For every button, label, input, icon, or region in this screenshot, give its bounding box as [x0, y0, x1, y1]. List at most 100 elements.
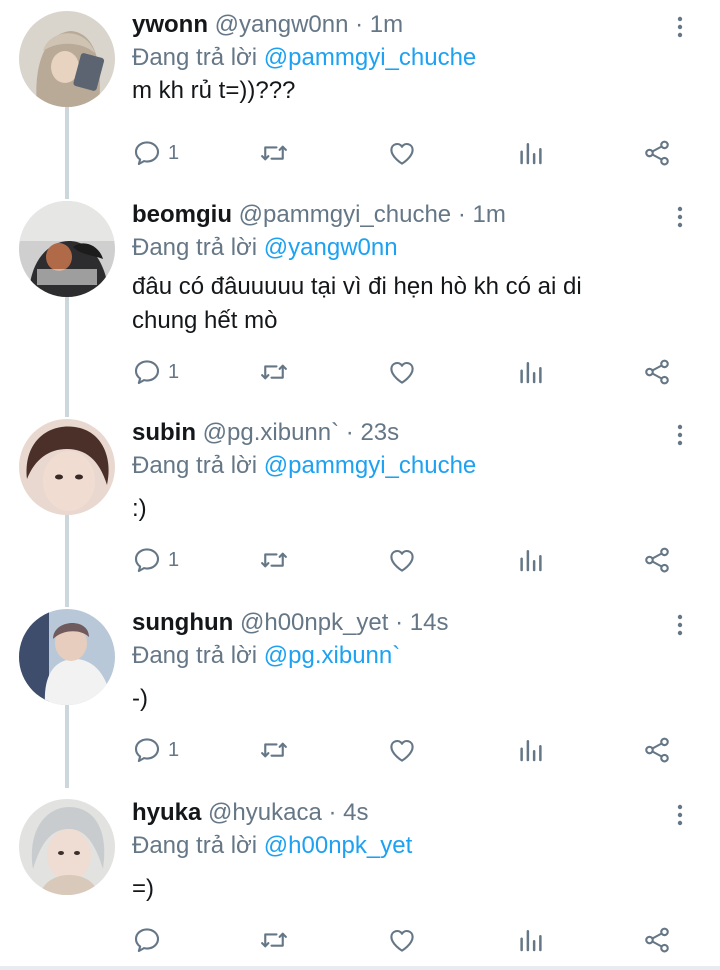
more-options-button[interactable] [668, 610, 692, 640]
retweet-icon [259, 925, 289, 955]
replying-to: Đang trả lời @yangw0nn [132, 233, 398, 263]
avatar[interactable] [19, 201, 115, 297]
reply-button[interactable]: 1 [132, 540, 179, 580]
user-handle[interactable]: @pg.xibunn` [203, 419, 339, 446]
heart-icon [387, 925, 417, 955]
display-name[interactable]: beomgiu [132, 201, 232, 228]
mention-link[interactable]: @yangw0nn [264, 234, 398, 261]
like-button[interactable] [387, 730, 417, 770]
heart-icon [387, 357, 417, 387]
more-options-button[interactable] [668, 420, 692, 450]
retweet-button[interactable] [259, 730, 289, 770]
tweet[interactable]: sunghun @h00npk_yet · 14s Đang trả lời @… [0, 598, 720, 788]
stats-button[interactable] [516, 540, 546, 580]
heart-icon [387, 138, 417, 168]
tweet-actions: 1 [132, 540, 692, 580]
tweet-actions [132, 920, 692, 960]
more-vertical-icon [668, 610, 692, 640]
mention-link[interactable]: @h00npk_yet [264, 832, 412, 859]
mention-link[interactable]: @pammgyi_chuche [264, 44, 476, 71]
stats-button[interactable] [516, 920, 546, 960]
display-name[interactable]: sunghun [132, 609, 233, 636]
replying-to-label: Đang trả lời [132, 234, 258, 261]
user-handle[interactable]: @pammgyi_chuche [239, 201, 451, 228]
more-options-button[interactable] [668, 800, 692, 830]
thread-connector [65, 408, 69, 417]
user-handle[interactable]: @hyukaca [208, 799, 322, 826]
mention-link[interactable]: @pg.xibunn` [264, 642, 400, 669]
conversation-thread: ywonn @yangw0nn · 1m Đang trả lời @pammg… [0, 0, 720, 970]
share-icon [642, 357, 672, 387]
stats-button[interactable] [516, 133, 546, 173]
mention-link[interactable]: @pammgyi_chuche [264, 452, 476, 479]
more-vertical-icon [668, 420, 692, 450]
tweet[interactable]: ywonn @yangw0nn · 1m Đang trả lời @pammg… [0, 0, 720, 190]
reply-button[interactable]: 1 [132, 730, 179, 770]
reply-button[interactable]: 1 [132, 352, 179, 392]
reply-count: 1 [168, 360, 180, 383]
stats-button[interactable] [516, 730, 546, 770]
display-name[interactable]: hyuka [132, 799, 201, 826]
reply-count: 1 [168, 141, 180, 164]
stats-button[interactable] [516, 352, 546, 392]
retweet-button[interactable] [259, 352, 289, 392]
like-button[interactable] [387, 540, 417, 580]
retweet-button[interactable] [259, 540, 289, 580]
thread-connector [65, 297, 69, 408]
timestamp: · 23s [345, 419, 400, 446]
reply-count: 1 [168, 738, 180, 761]
more-options-button[interactable] [668, 12, 692, 42]
more-vertical-icon [668, 12, 692, 42]
more-vertical-icon [668, 202, 692, 232]
avatar[interactable] [19, 11, 115, 107]
reply-button[interactable] [132, 920, 168, 960]
share-icon [642, 138, 672, 168]
reply-button[interactable]: 1 [132, 133, 179, 173]
share-button[interactable] [642, 920, 672, 960]
tweet-header: subin @pg.xibunn` · 23s [132, 418, 399, 448]
avatar[interactable] [19, 799, 115, 895]
retweet-button[interactable] [259, 133, 289, 173]
retweet-icon [259, 545, 289, 575]
replying-to: Đang trả lời @pammgyi_chuche [132, 43, 476, 73]
share-button[interactable] [642, 352, 672, 392]
like-button[interactable] [387, 920, 417, 960]
share-button[interactable] [642, 540, 672, 580]
tweet[interactable]: hyuka @hyukaca · 4s Đang trả lời @h00npk… [0, 788, 720, 970]
timestamp: · 1m [355, 11, 404, 38]
heart-icon [387, 735, 417, 765]
like-button[interactable] [387, 133, 417, 173]
tweet-actions: 1 [132, 133, 692, 173]
user-handle[interactable]: @h00npk_yet [240, 609, 388, 636]
timestamp: · 4s [328, 799, 369, 826]
stats-icon [516, 357, 546, 387]
retweet-icon [259, 735, 289, 765]
like-button[interactable] [387, 352, 417, 392]
avatar[interactable] [19, 609, 115, 705]
share-button[interactable] [642, 730, 672, 770]
tweet[interactable]: beomgiu @pammgyi_chuche · 1m Đang trả lờ… [0, 190, 720, 408]
timestamp: · 1m [457, 201, 506, 228]
stats-icon [516, 735, 546, 765]
stats-icon [516, 545, 546, 575]
tweet-actions: 1 [132, 352, 692, 392]
tweet-text: m kh rủ t=))??? [132, 77, 296, 104]
user-handle[interactable]: @yangw0nn [215, 11, 349, 38]
retweet-button[interactable] [259, 920, 289, 960]
share-icon [642, 735, 672, 765]
avatar[interactable] [19, 419, 115, 515]
tweet-header: hyuka @hyukaca · 4s [132, 798, 369, 828]
display-name[interactable]: ywonn [132, 11, 208, 38]
replying-to-label: Đang trả lời [132, 832, 258, 859]
stats-icon [516, 925, 546, 955]
stats-icon [516, 138, 546, 168]
share-button[interactable] [642, 133, 672, 173]
replying-to-label: Đang trả lời [132, 642, 258, 669]
more-options-button[interactable] [668, 202, 692, 232]
reply-icon [132, 138, 162, 168]
thread-connector [65, 190, 69, 199]
display-name[interactable]: subin [132, 419, 196, 446]
tweet-text: =) [132, 875, 155, 902]
tweet[interactable]: subin @pg.xibunn` · 23s Đang trả lời @pa… [0, 408, 720, 598]
reply-icon [132, 735, 162, 765]
